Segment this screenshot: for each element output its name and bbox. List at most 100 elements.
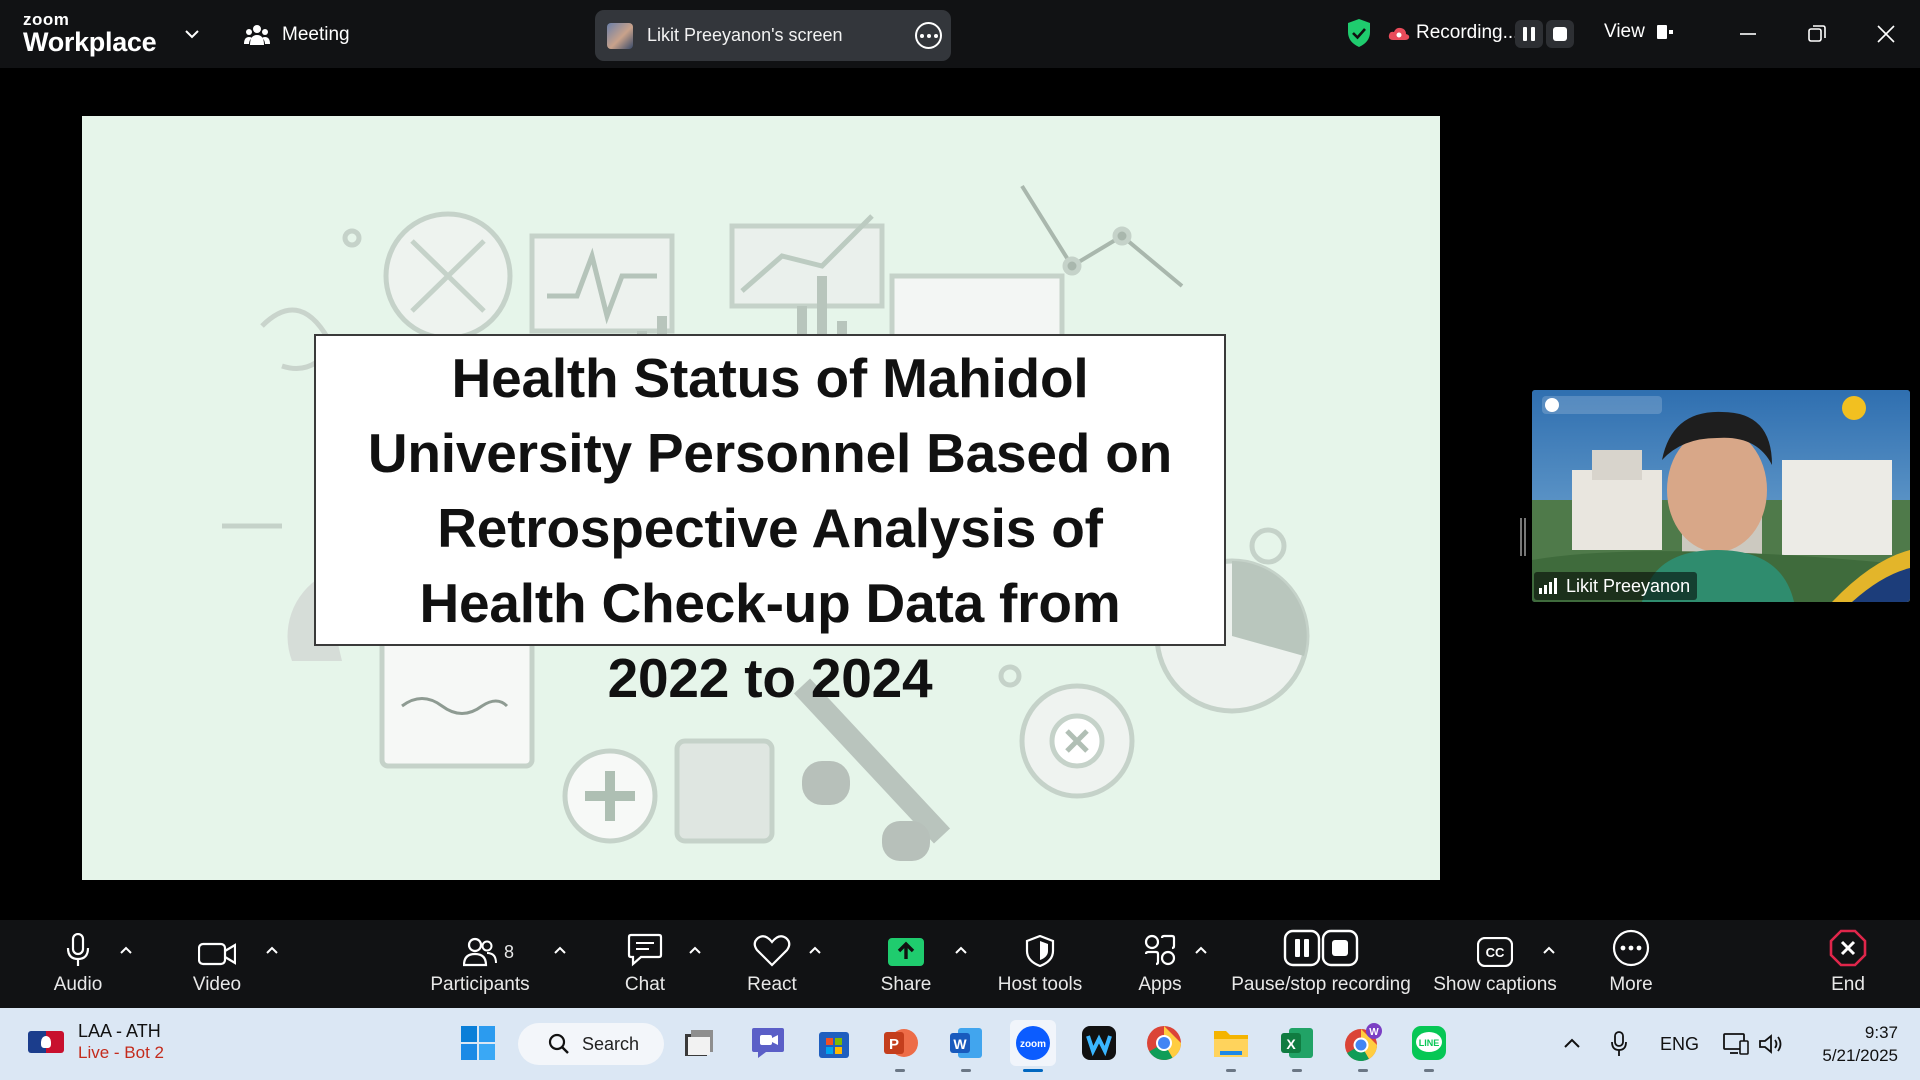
pause-recording-button[interactable] xyxy=(1515,20,1543,48)
chrome-app[interactable] xyxy=(1141,1020,1187,1066)
minimize-button[interactable] xyxy=(1728,14,1768,54)
chat-label: Chat xyxy=(624,974,666,995)
close-button[interactable] xyxy=(1866,14,1906,54)
cloud-recording-icon xyxy=(1388,27,1410,40)
stop-recording-button[interactable] xyxy=(1546,20,1574,48)
microsoft-store-app[interactable] xyxy=(811,1020,857,1066)
participants-count: 8 xyxy=(504,942,515,962)
host-shield-icon xyxy=(1025,935,1055,967)
show-captions-button[interactable]: CC Show captions xyxy=(1433,920,1557,1008)
line-app[interactable]: LINE xyxy=(1406,1020,1452,1072)
excel-icon: X xyxy=(1281,1028,1313,1058)
screen-share-label: Likit Preeyanon's screen xyxy=(647,25,843,45)
chrome-profile-app[interactable]: W xyxy=(1340,1020,1386,1072)
svg-text:W: W xyxy=(953,1036,967,1052)
powerpoint-app[interactable]: P xyxy=(877,1020,923,1072)
pause-stop-recording-button[interactable]: Pause/stop recording xyxy=(1230,920,1412,1008)
word-app[interactable]: W xyxy=(943,1020,989,1072)
meeting-label: Meeting xyxy=(282,24,350,45)
share-button[interactable]: Share xyxy=(876,920,936,1008)
more-icon xyxy=(1612,929,1650,967)
chrome-icon xyxy=(1147,1026,1181,1060)
show-hidden-icons-icon[interactable] xyxy=(1562,1034,1582,1054)
stop-icon xyxy=(1553,27,1567,41)
close-icon xyxy=(1877,25,1895,43)
view-button[interactable]: View xyxy=(1604,21,1675,43)
taskbar-search-box[interactable]: Search xyxy=(518,1023,664,1065)
volume-icon[interactable] xyxy=(1758,1033,1784,1055)
restore-icon xyxy=(1808,25,1826,42)
video-label: Video xyxy=(192,974,242,995)
panel-resize-handle[interactable] xyxy=(1520,518,1526,556)
share-screen-icon xyxy=(888,938,924,966)
audio-options-caret-icon[interactable] xyxy=(117,942,135,960)
screen-share-pill[interactable]: Likit Preeyanon's screen xyxy=(595,10,951,61)
share-options-caret-icon[interactable] xyxy=(952,942,970,960)
meeting-menu-button[interactable]: Meeting xyxy=(244,20,350,50)
more-button[interactable]: More xyxy=(1604,920,1658,1008)
participants-button[interactable]: Participants xyxy=(428,920,532,1008)
participant-name: Likit Preeyanon xyxy=(1566,575,1691,596)
audio-label: Audio xyxy=(53,974,103,995)
system-clock[interactable]: 9:37 5/21/2025 xyxy=(1806,1021,1898,1067)
minimize-icon xyxy=(1740,33,1756,35)
recording-label: Recording... xyxy=(1416,22,1519,43)
host-tools-button[interactable]: Host tools xyxy=(995,920,1085,1008)
audio-button[interactable]: Audio xyxy=(44,920,112,1008)
apps-button[interactable]: Apps xyxy=(1135,920,1185,1008)
apps-label: Apps xyxy=(1138,974,1182,995)
pause-stop-recording-label: Pause/stop recording xyxy=(1231,974,1411,995)
mlb-logo-icon xyxy=(28,1031,64,1053)
encryption-shield-icon[interactable] xyxy=(1346,18,1372,48)
chat-icon xyxy=(627,933,663,967)
apps-icon xyxy=(1144,934,1176,966)
slide-title-line: Health Status of Mahidol xyxy=(451,347,1089,409)
windows-taskbar: LAA - ATH Live - Bot 2 Search P W zoom X… xyxy=(0,1008,1920,1080)
game-matchup: LAA - ATH xyxy=(78,1021,161,1041)
participants-label: Participants xyxy=(430,974,530,995)
word-icon: W xyxy=(950,1028,982,1058)
participant-video-tile[interactable]: Likit Preeyanon xyxy=(1532,390,1910,602)
microphone-icon xyxy=(66,933,90,966)
react-options-caret-icon[interactable] xyxy=(806,942,824,960)
meeting-stage: Health Status of Mahidol University Pers… xyxy=(0,68,1920,920)
webex-app[interactable] xyxy=(1076,1020,1122,1066)
chrome-profile-icon: W xyxy=(1345,1023,1382,1062)
participants-options-caret-icon[interactable] xyxy=(551,942,569,960)
task-view-icon xyxy=(685,1030,713,1056)
meeting-toolbar: Audio Video Participants 8 Chat React Sh… xyxy=(0,920,1920,1008)
task-view-app[interactable] xyxy=(676,1020,722,1066)
line-icon: LINE xyxy=(1412,1026,1446,1060)
sports-widget[interactable]: LAA - ATH Live - Bot 2 xyxy=(28,1020,164,1064)
share-label: Share xyxy=(880,974,932,995)
react-button[interactable]: React xyxy=(744,920,800,1008)
more-options-icon[interactable] xyxy=(915,22,942,49)
running-indicator xyxy=(1424,1069,1434,1072)
file-explorer-app[interactable] xyxy=(1208,1020,1254,1072)
start-button[interactable] xyxy=(455,1020,501,1066)
input-language[interactable]: ENG xyxy=(1660,1034,1699,1055)
chat-button[interactable]: Chat xyxy=(620,920,670,1008)
network-icon[interactable] xyxy=(1722,1032,1750,1056)
signal-strength-icon xyxy=(1539,578,1557,594)
svg-text:W: W xyxy=(1369,1027,1379,1038)
brand-workplace-label: Workplace xyxy=(23,27,157,57)
chevron-down-icon[interactable] xyxy=(182,24,202,44)
active-indicator xyxy=(1023,1069,1043,1072)
microphone-tray-icon[interactable] xyxy=(1610,1030,1628,1058)
folder-icon xyxy=(1214,1031,1248,1057)
video-button[interactable]: Video xyxy=(186,920,248,1008)
slide-title: Health Status of Mahidol University Pers… xyxy=(314,341,1226,716)
teams-app[interactable] xyxy=(745,1020,791,1066)
restore-button[interactable] xyxy=(1797,14,1837,54)
search-icon xyxy=(548,1033,569,1054)
chat-options-caret-icon[interactable] xyxy=(686,942,704,960)
captions-options-caret-icon[interactable] xyxy=(1540,942,1558,960)
excel-app[interactable]: X xyxy=(1274,1020,1320,1072)
react-label: React xyxy=(747,974,797,995)
webex-icon xyxy=(1082,1026,1116,1060)
end-button[interactable]: End xyxy=(1826,920,1870,1008)
video-options-caret-icon[interactable] xyxy=(263,942,281,960)
apps-options-caret-icon[interactable] xyxy=(1192,942,1210,960)
zoom-app[interactable]: zoom xyxy=(1010,1020,1056,1072)
